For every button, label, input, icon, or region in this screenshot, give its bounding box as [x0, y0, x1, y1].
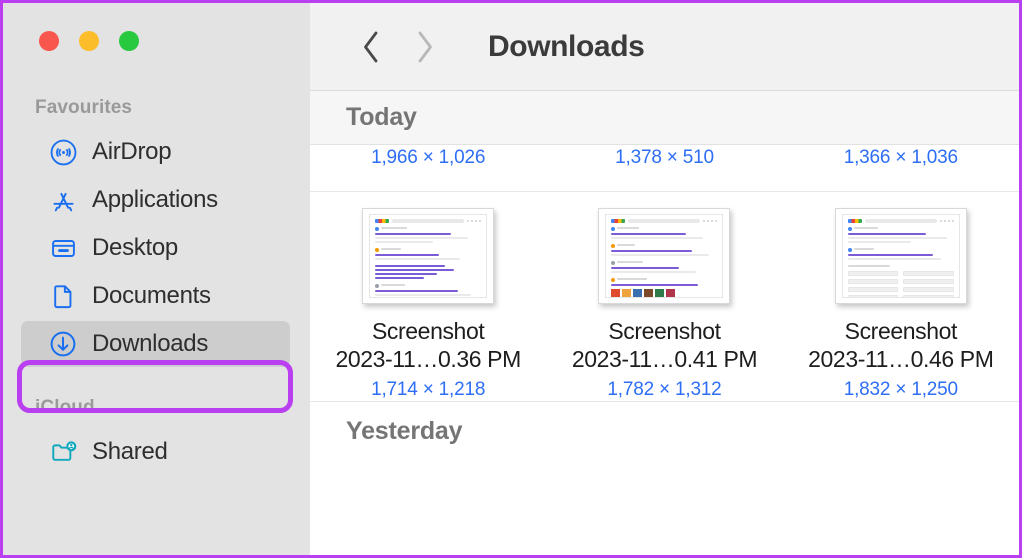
page-title: Downloads [488, 29, 645, 63]
file-dimensions: 1,714 × 1,218 [371, 379, 486, 401]
chevron-right-icon[interactable] [406, 25, 444, 69]
maximize-button[interactable] [119, 31, 139, 51]
file-item[interactable]: Screenshot 2023-11…0.36 PM 1,714 × 1,218 [310, 192, 546, 401]
file-name-line2: 2023-11…0.36 PM [335, 346, 521, 373]
sidebar-item-label: AirDrop [92, 138, 172, 165]
close-button[interactable] [39, 31, 59, 51]
file-grid-row: Screenshot 2023-11…0.36 PM 1,714 × 1,218 [310, 192, 1019, 401]
window-traffic-lights [3, 3, 310, 51]
file-item[interactable]: Screenshot 2023-11…0.41 PM 1,782 × 1,312 [546, 192, 782, 401]
file-item[interactable]: 1,366 × 1,036 [783, 147, 1019, 191]
minimize-button[interactable] [79, 31, 99, 51]
sidebar-item-shared[interactable]: Shared [17, 429, 296, 475]
toolbar: Downloads [310, 3, 1019, 91]
file-name-line1: Screenshot [608, 318, 721, 344]
file-grid[interactable]: 1,966 × 1,026 1,378 × 510 1,366 × 1,036 [310, 145, 1019, 555]
sidebar-list-favourites: AirDrop Applications Desktop Documents D… [3, 129, 310, 367]
file-name-line1: Screenshot [371, 318, 485, 344]
file-name: Screenshot 2023-11…0.46 PM [808, 317, 994, 373]
airdrop-icon [49, 138, 77, 166]
file-dimensions: 1,378 × 510 [615, 147, 714, 168]
sidebar-item-documents[interactable]: Documents [17, 273, 296, 319]
sidebar-item-label: Downloads [92, 330, 209, 357]
file-name: Screenshot 2023-11…0.36 PM [335, 317, 521, 373]
file-item[interactable]: 1,966 × 1,026 [310, 147, 546, 191]
shared-folder-icon [49, 438, 77, 466]
sidebar-item-applications[interactable]: Applications [17, 177, 296, 223]
chevron-left-icon[interactable] [352, 25, 390, 69]
file-thumbnail[interactable] [362, 208, 495, 304]
sidebar-item-label: Documents [92, 282, 211, 309]
file-grid-row-clipped: 1,966 × 1,026 1,378 × 510 1,366 × 1,036 [310, 145, 1019, 191]
documents-icon [49, 282, 77, 310]
file-thumbnail[interactable] [598, 208, 731, 304]
group-header-today[interactable]: Today [310, 91, 1019, 145]
sidebar-item-desktop[interactable]: Desktop [17, 225, 296, 271]
file-item[interactable]: 1,378 × 510 [546, 147, 782, 191]
finder-window: Favourites AirDrop Applications Desktop … [0, 0, 1022, 558]
file-name-line2: 2023-11…0.41 PM [571, 346, 758, 373]
sidebar-item-downloads[interactable]: Downloads [21, 321, 290, 367]
group-header-yesterday[interactable]: Yesterday [310, 402, 1019, 461]
file-dimensions: 1,832 × 1,250 [843, 379, 958, 401]
file-name-line1: Screenshot [844, 318, 958, 344]
group-header-label: Today [346, 103, 417, 131]
sidebar-item-label: Applications [92, 186, 218, 213]
file-dimensions: 1,782 × 1,312 [607, 379, 722, 401]
sidebar-item-airdrop[interactable]: AirDrop [17, 129, 296, 175]
applications-icon [49, 186, 77, 214]
sidebar-item-label: Desktop [92, 234, 178, 261]
sidebar-list-icloud: Shared [3, 429, 310, 475]
content-pane: Downloads Today 1,966 × 1,026 1,378 × 51… [310, 3, 1019, 555]
file-thumbnail[interactable] [834, 208, 967, 304]
sidebar: Favourites AirDrop Applications Desktop … [3, 3, 310, 555]
group-header-label: Yesterday [346, 416, 463, 445]
file-name: Screenshot 2023-11…0.41 PM [571, 317, 758, 373]
file-item[interactable]: Screenshot 2023-11…0.46 PM 1,832 × 1,250 [783, 192, 1019, 401]
sidebar-section-header-icloud: iCloud [35, 397, 95, 418]
file-dimensions: 1,966 × 1,026 [371, 147, 486, 168]
file-dimensions: 1,366 × 1,036 [843, 147, 958, 168]
sidebar-item-label: Shared [92, 438, 168, 465]
downloads-icon [49, 330, 77, 358]
desktop-icon [49, 234, 77, 262]
file-name-line2: 2023-11…0.46 PM [808, 346, 994, 373]
sidebar-section-header-favourites: Favourites [35, 97, 133, 118]
